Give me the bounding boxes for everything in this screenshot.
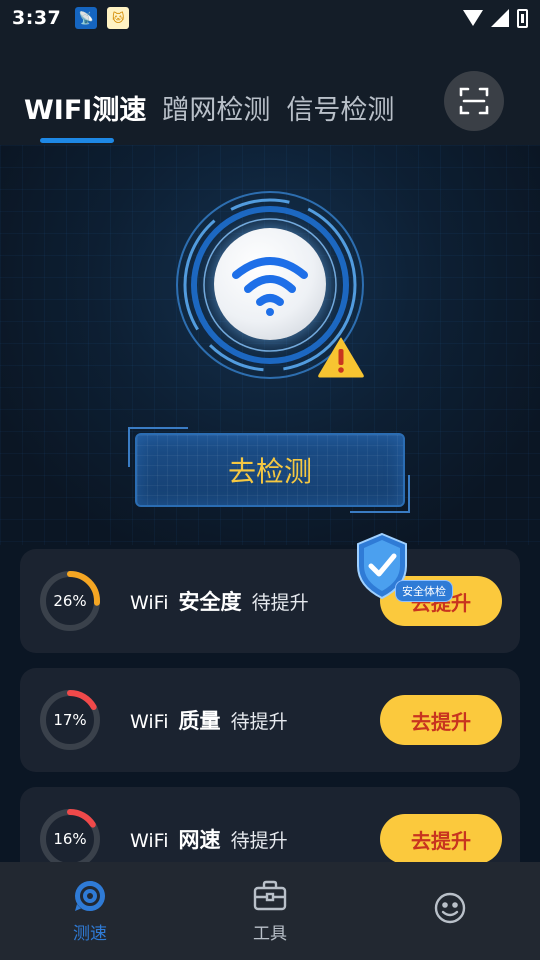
speed-icon: [73, 879, 107, 913]
tab-signal-detect[interactable]: 信号检测: [286, 88, 394, 127]
active-tab-indicator: [40, 138, 114, 143]
warning-icon: [318, 337, 364, 378]
status-time: 3:37: [12, 7, 62, 29]
wifi-orb: [214, 228, 326, 340]
cat-app-icon: 🐱: [107, 7, 130, 29]
card-prefix: WiFi: [130, 592, 169, 614]
quality-percent: 17%: [53, 711, 87, 729]
cellular-icon: [491, 9, 509, 27]
card-metric: 安全度: [178, 590, 242, 614]
toolbox-icon: [253, 879, 287, 913]
card-metric: 质量: [178, 709, 221, 733]
scan-button[interactable]: [444, 71, 504, 131]
nav-tools[interactable]: 工具: [180, 862, 360, 960]
card-metric: 网速: [178, 828, 221, 852]
detect-button[interactable]: 去检测: [135, 433, 405, 507]
nav-tools-label: 工具: [253, 923, 287, 944]
wifi-quality-card: 17% WiFi 质量 待提升 去提升: [20, 668, 520, 772]
broadcast-app-icon: 📡: [75, 7, 98, 29]
nav-speed-label: 测速: [73, 923, 107, 944]
tab-wifi-speed[interactable]: WIFI测速: [24, 88, 146, 127]
smiley-icon: [433, 891, 467, 925]
hero-section: 去检测: [0, 145, 540, 545]
card-status: 待提升: [230, 830, 288, 852]
status-bar: 3:37 📡 🐱: [0, 0, 540, 36]
battery-charging-icon: [517, 8, 528, 28]
security-progress-ring: 26%: [38, 569, 102, 633]
improve-quality-button[interactable]: 去提升: [380, 695, 502, 745]
tab-freeloader-detect[interactable]: 蹭网检测: [162, 88, 270, 127]
card-status: 待提升: [251, 592, 309, 614]
card-prefix: WiFi: [130, 830, 169, 852]
quality-progress-ring: 17%: [38, 688, 102, 752]
improve-speed-button[interactable]: 去提升: [380, 814, 502, 864]
bottom-nav: 测速 工具: [0, 862, 540, 960]
system-icons: [463, 8, 528, 28]
security-check-badge[interactable]: 安全体检: [395, 580, 453, 602]
detect-button-label: 去检测: [227, 455, 312, 488]
scan-icon: [459, 87, 489, 115]
tab-bar: WIFI测速 蹭网检测 信号检测: [24, 88, 394, 127]
wifi-icon: [463, 10, 483, 26]
card-status: 待提升: [230, 711, 288, 733]
card-prefix: WiFi: [130, 711, 169, 733]
nav-speed[interactable]: 测速: [0, 862, 180, 960]
nav-profile[interactable]: [360, 862, 540, 960]
wifi-icon: [232, 257, 308, 316]
security-percent: 26%: [53, 592, 87, 610]
top-bar: 3:37 📡 🐱 WIFI测速 蹭网检测 信号检测: [0, 0, 540, 145]
